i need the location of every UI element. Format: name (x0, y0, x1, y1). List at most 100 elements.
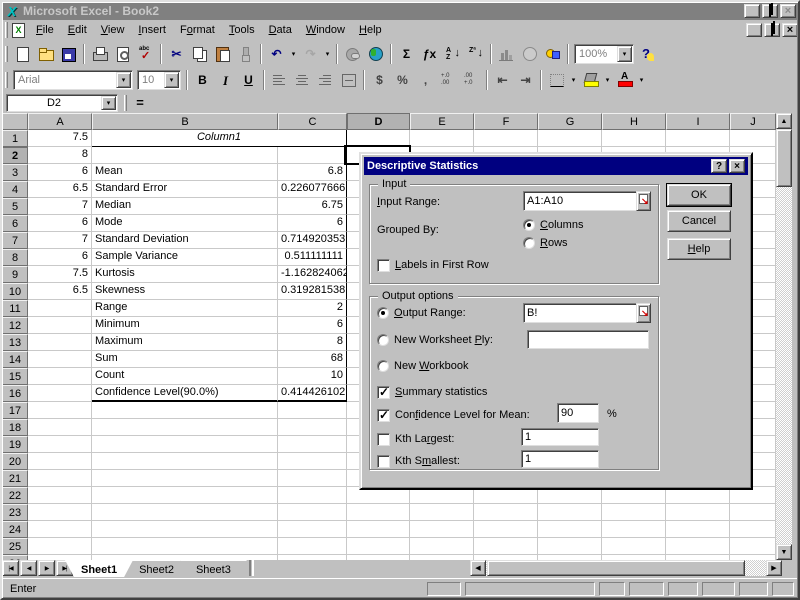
align-left-icon[interactable] (268, 69, 291, 91)
cell-b23[interactable] (92, 504, 278, 521)
bold-button[interactable]: B (191, 69, 214, 91)
menu-edit[interactable]: Edit (61, 22, 94, 38)
row-header-21[interactable]: 21 (2, 470, 28, 487)
cell-a23[interactable] (28, 504, 92, 521)
row-header-14[interactable]: 14 (2, 351, 28, 368)
cell-b4[interactable]: Standard Error (92, 181, 278, 198)
cell-b1-merged[interactable]: Column1 (92, 130, 347, 147)
dialog-help-button[interactable]: ? (711, 159, 727, 173)
new-workbook-icon[interactable] (11, 43, 34, 65)
cell-a17[interactable] (28, 402, 92, 419)
row-header-17[interactable]: 17 (2, 402, 28, 419)
cell-i23[interactable] (666, 504, 730, 521)
kth-largest-checkbox[interactable] (377, 433, 390, 446)
chevron-down-icon[interactable]: ▾ (164, 72, 179, 88)
font-color-icon[interactable] (613, 69, 636, 91)
summary-statistics-checkbox[interactable] (377, 386, 390, 399)
new-worksheet-input[interactable] (527, 330, 649, 349)
columns-label[interactable]: Columns (540, 219, 583, 231)
menu-data[interactable]: Data (262, 22, 299, 38)
labels-first-row-checkbox[interactable] (377, 259, 390, 272)
help-button[interactable]: Help (667, 238, 731, 260)
cell-b22[interactable] (92, 487, 278, 504)
cell-a21[interactable] (28, 470, 92, 487)
kth-smallest-input[interactable] (521, 450, 599, 468)
cell-b16[interactable]: Confidence Level(90.0%) (92, 385, 278, 402)
summary-statistics-option[interactable]: Summary statistics (377, 385, 487, 399)
cell-f1[interactable] (474, 130, 538, 147)
cell-a12[interactable] (28, 317, 92, 334)
cell-b19[interactable] (92, 436, 278, 453)
align-center-icon[interactable] (291, 69, 314, 91)
cell-b9[interactable]: Kurtosis (92, 266, 278, 283)
prev-sheet-button[interactable]: ◀ (20, 560, 37, 576)
cell-b10[interactable]: Skewness (92, 283, 278, 300)
borders-icon[interactable] (545, 69, 568, 91)
cell-c23[interactable] (278, 504, 347, 521)
cell-c15[interactable]: 10 (278, 368, 347, 385)
decrease-decimal-icon[interactable] (460, 69, 483, 91)
chevron-down-icon[interactable]: ▾ (101, 96, 116, 110)
chevron-down-icon[interactable]: ▾ (636, 69, 647, 91)
kth-largest-label[interactable]: Kth Largest: (395, 433, 454, 445)
column-header-h[interactable]: H (602, 113, 666, 130)
cell-a15[interactable] (28, 368, 92, 385)
cell-b24[interactable] (92, 521, 278, 538)
cell-a14[interactable] (28, 351, 92, 368)
row-header-13[interactable]: 13 (2, 334, 28, 351)
confidence-level-option[interactable]: Confidence Level for Mean: (377, 408, 530, 422)
next-sheet-button[interactable]: ▶ (38, 560, 55, 576)
tab-sheet2[interactable]: Sheet2 (123, 560, 190, 577)
cell-a19[interactable] (28, 436, 92, 453)
cell-c10[interactable]: 0.319281538 (278, 283, 347, 300)
cell-a1[interactable]: 7.5 (28, 130, 92, 147)
cancel-button[interactable]: Cancel (667, 210, 731, 232)
tab-sheet1[interactable]: Sheet1 (65, 560, 133, 577)
cell-f25[interactable] (474, 538, 538, 555)
cell-g25[interactable] (538, 538, 602, 555)
output-range-label[interactable]: Output Range: (394, 307, 466, 319)
chevron-down-icon[interactable]: ▾ (617, 46, 632, 62)
cell-a10[interactable]: 6.5 (28, 283, 92, 300)
columns-radio[interactable] (523, 219, 535, 231)
menu-format[interactable]: Format (173, 22, 222, 38)
chevron-down-icon[interactable]: ▾ (322, 43, 333, 65)
row-header-7[interactable]: 7 (2, 232, 28, 249)
cell-h24[interactable] (602, 521, 666, 538)
cell-c25[interactable] (278, 538, 347, 555)
cell-f23[interactable] (474, 504, 538, 521)
column-header-a[interactable]: A (28, 113, 92, 130)
cell-b5[interactable]: Median (92, 198, 278, 215)
paste-function-icon[interactable]: ƒx (418, 43, 441, 65)
tab-sheet3[interactable]: Sheet3 (180, 560, 247, 577)
dialog-close-button[interactable]: × (729, 159, 745, 173)
cell-j23[interactable] (730, 504, 776, 521)
print-preview-icon[interactable] (111, 43, 134, 65)
output-range-field[interactable] (523, 303, 651, 323)
output-range-radio[interactable] (377, 307, 389, 319)
column-header-b[interactable]: B (92, 113, 278, 130)
fill-color-icon[interactable] (579, 69, 602, 91)
print-icon[interactable] (88, 43, 111, 65)
row-header-18[interactable]: 18 (2, 419, 28, 436)
scroll-down-icon[interactable]: ▼ (776, 544, 792, 560)
range-picker-icon[interactable] (636, 191, 651, 211)
title-bar[interactable]: X Microsoft Excel - Book2 × (2, 2, 798, 20)
sort-ascending-icon[interactable] (441, 43, 464, 65)
row-header-16[interactable]: 16 (2, 385, 28, 402)
cell-c21[interactable] (278, 470, 347, 487)
cell-a24[interactable] (28, 521, 92, 538)
kth-largest-option[interactable]: Kth Largest: (377, 432, 454, 446)
paste-icon[interactable] (211, 43, 234, 65)
zoom-select[interactable]: 100%▾ (574, 44, 634, 64)
cell-h23[interactable] (602, 504, 666, 521)
menu-window[interactable]: Window (299, 22, 352, 38)
rows-label[interactable]: Rows (540, 237, 568, 249)
cut-icon[interactable]: ✂ (165, 43, 188, 65)
labels-first-row-option[interactable]: Labels in First Row (377, 258, 489, 272)
cell-j1[interactable] (730, 130, 776, 147)
insert-hyperlink-icon[interactable] (341, 43, 364, 65)
cell-j25[interactable] (730, 538, 776, 555)
cell-b12[interactable]: Minimum (92, 317, 278, 334)
cell-a5[interactable]: 7 (28, 198, 92, 215)
